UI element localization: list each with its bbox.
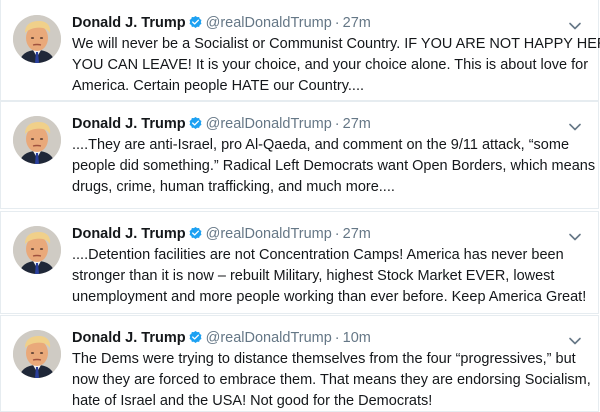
tweet-text-line: The Dems were trying to distance themsel… <box>72 351 576 367</box>
timestamp[interactable]: 27m <box>343 15 371 31</box>
tweet-text-line: We will never be a Socialist or Communis… <box>72 36 600 52</box>
tweet-text-line: drugs, crime, human trafficking, and muc… <box>72 179 395 195</box>
tweet-text: The Dems were trying to distance themsel… <box>72 349 591 412</box>
chevron-down-icon[interactable] <box>568 120 582 134</box>
tweet-text-line: ....They are anti-Israel, pro Al-Qaeda, … <box>72 137 570 153</box>
avatar[interactable] <box>13 226 61 274</box>
tweet[interactable]: Donald J. Trump @realDonaldTrump · 10m The … <box>0 315 599 412</box>
tweet-text: We will never be a Socialist or Communis… <box>72 34 600 97</box>
chevron-down-icon[interactable] <box>568 19 582 33</box>
tweet-header: Donald J. Trump @realDonaldTrump · 10m <box>72 328 371 348</box>
avatar[interactable] <box>13 330 61 378</box>
display-name[interactable]: Donald J. Trump <box>72 226 186 242</box>
avatar[interactable] <box>13 15 61 63</box>
verified-badge-icon <box>188 226 203 247</box>
tweet-text-line: ....Detention facilities are not Concent… <box>72 247 564 263</box>
tweet-header: Donald J. Trump @realDonaldTrump · 27m <box>72 13 371 33</box>
tweet[interactable]: Donald J. Trump @realDonaldTrump · 27m ....… <box>0 101 599 209</box>
timestamp[interactable]: 10m <box>343 330 371 346</box>
verified-badge-icon <box>188 330 203 351</box>
tweet-text-line: America. Certain people HATE our Country… <box>72 78 364 94</box>
tweet[interactable]: Donald J. Trump @realDonaldTrump · 27m We w… <box>0 0 600 101</box>
tweet-text-line: unemployment and more people working tha… <box>72 289 587 305</box>
separator-dot: · <box>334 330 340 346</box>
tweet[interactable]: Donald J. Trump @realDonaldTrump · 27m ....… <box>0 211 599 314</box>
tweet-text-line: YOU CAN LEAVE! It is your choice, and yo… <box>72 57 589 73</box>
tweet-text-line: now they are forced to embrace them. Tha… <box>72 372 591 388</box>
avatar[interactable] <box>13 116 61 164</box>
separator-dot: · <box>334 15 340 31</box>
tweet-text-line: hate of Israel and the USA! Not good for… <box>72 393 433 409</box>
tweet-text-line: stronger than it is now – rebuilt Milita… <box>72 268 555 284</box>
avatar-image <box>13 330 61 378</box>
display-name[interactable]: Donald J. Trump <box>72 116 186 132</box>
user-handle[interactable]: @realDonaldTrump <box>206 226 332 242</box>
user-handle[interactable]: @realDonaldTrump <box>206 330 332 346</box>
timestamp[interactable]: 27m <box>343 226 371 242</box>
verified-badge-icon <box>188 116 203 137</box>
user-handle[interactable]: @realDonaldTrump <box>206 116 332 132</box>
separator-dot: · <box>334 226 340 242</box>
avatar-image <box>13 15 61 63</box>
display-name[interactable]: Donald J. Trump <box>72 330 186 346</box>
timestamp[interactable]: 27m <box>343 116 371 132</box>
tweet-text: ....Detention facilities are not Concent… <box>72 245 590 308</box>
display-name[interactable]: Donald J. Trump <box>72 15 186 31</box>
tweet-text-line: people did something.” Radical Left Demo… <box>72 158 596 174</box>
user-handle[interactable]: @realDonaldTrump <box>206 15 332 31</box>
tweet-text: ....They are anti-Israel, pro Al-Qaeda, … <box>72 135 596 198</box>
verified-badge-icon <box>188 15 203 36</box>
avatar-image <box>13 226 61 274</box>
chevron-down-icon[interactable] <box>568 230 582 244</box>
tweet-header: Donald J. Trump @realDonaldTrump · 27m <box>72 224 371 244</box>
chevron-down-icon[interactable] <box>568 334 582 348</box>
separator-dot: · <box>334 116 340 132</box>
avatar-image <box>13 116 61 164</box>
tweet-header: Donald J. Trump @realDonaldTrump · 27m <box>72 114 371 134</box>
